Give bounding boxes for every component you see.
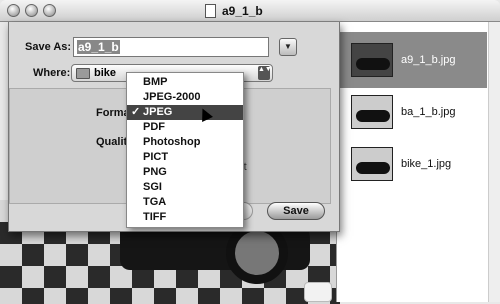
file-thumbnail <box>351 43 393 77</box>
format-option-label: JPEG <box>143 106 173 118</box>
window-title: a9_1_b <box>222 4 263 18</box>
expand-disclosure-button[interactable]: ▼ <box>279 38 297 56</box>
format-option-bmp[interactable]: BMP <box>127 75 243 90</box>
save-as-field[interactable]: a9_1_b <box>73 37 269 57</box>
save-as-label: Save As: <box>25 41 72 53</box>
file-name: a9_1_b.jpg <box>401 54 456 66</box>
file-name: bike_1.jpg <box>401 158 452 170</box>
close-window-button[interactable] <box>7 4 20 17</box>
save-as-value: a9_1_b <box>77 40 120 54</box>
document-icon <box>205 4 216 18</box>
popup-arrows-icon: ▲▼ <box>258 66 272 80</box>
file-thumbnail <box>351 147 393 181</box>
file-item[interactable]: a9_1_b.jpg <box>337 32 487 88</box>
resize-handle-icon[interactable] <box>304 282 332 302</box>
format-menu[interactable]: BMP JPEG-2000 ✓ JPEG PDF Photoshop PICT P… <box>126 72 244 228</box>
format-option-tga[interactable]: TGA <box>127 195 243 210</box>
format-option-jpeg[interactable]: ✓ JPEG <box>127 105 243 120</box>
file-name: ba_1_b.jpg <box>401 106 456 118</box>
folder-icon <box>76 67 90 79</box>
file-browser[interactable]: a9_1_b.jpg ba_1_b.jpg bike_1.jpg <box>336 22 500 302</box>
minimize-window-button[interactable] <box>25 4 38 17</box>
checkmark-icon: ✓ <box>131 106 141 118</box>
save-button[interactable]: Save <box>267 202 325 220</box>
format-option-photoshop[interactable]: Photoshop <box>127 135 243 150</box>
file-item[interactable]: bike_1.jpg <box>337 136 487 192</box>
format-option-sgi[interactable]: SGI <box>127 180 243 195</box>
where-label: Where: <box>33 67 71 79</box>
title-bar: a9_1_b <box>0 0 500 22</box>
file-item[interactable]: ba_1_b.jpg <box>337 84 487 140</box>
file-thumbnail <box>351 95 393 129</box>
format-option-jpeg-2000[interactable]: JPEG-2000 <box>127 90 243 105</box>
scrollbar[interactable] <box>488 22 500 302</box>
zoom-window-button[interactable] <box>43 4 56 17</box>
format-option-pdf[interactable]: PDF <box>127 120 243 135</box>
format-option-png[interactable]: PNG <box>127 165 243 180</box>
where-value: bike <box>94 67 117 79</box>
format-option-tiff[interactable]: TIFF <box>127 210 243 225</box>
format-option-pict[interactable]: PICT <box>127 150 243 165</box>
